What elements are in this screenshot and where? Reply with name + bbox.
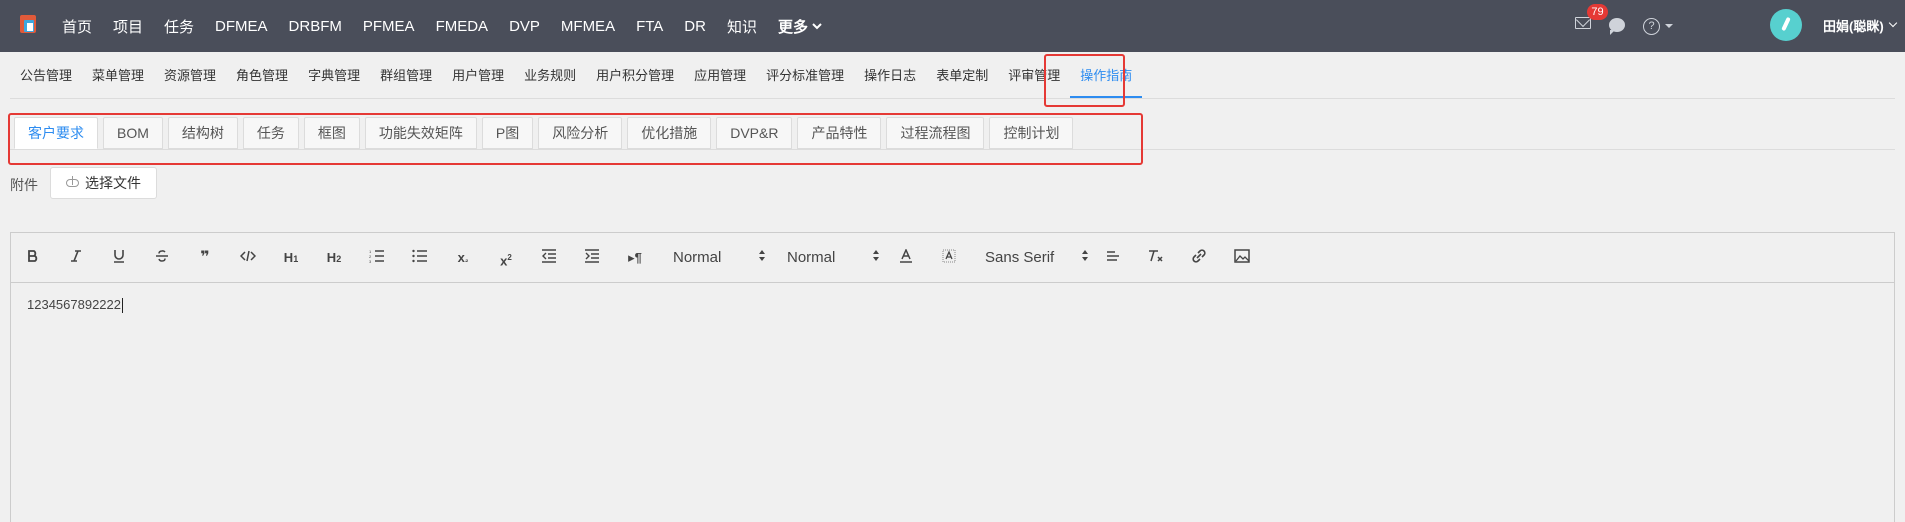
subtab-dvpr[interactable]: DVP&R: [716, 117, 793, 149]
tab-business-rules[interactable]: 业务规则: [514, 53, 586, 98]
guide-sub-tabs: 客户要求 BOM 结构树 任务 框图 功能失效矩阵 P图 风险分析 优化措施 D…: [14, 117, 1074, 150]
mail-badge: 79: [1587, 4, 1608, 20]
help-caret-icon[interactable]: [1665, 24, 1673, 28]
sub-tabs-divider: [10, 149, 1895, 150]
tab-role[interactable]: 角色管理: [226, 53, 298, 98]
subtab-task[interactable]: 任务: [242, 117, 299, 149]
header-select[interactable]: Normal: [673, 246, 769, 270]
image-icon[interactable]: [1232, 248, 1252, 268]
background-color-icon[interactable]: [939, 248, 959, 268]
nav-item-pfmea[interactable]: PFMEA: [363, 18, 415, 35]
select-file-label: 选择文件: [85, 175, 141, 191]
subtab-p-diagram[interactable]: P图: [481, 117, 534, 149]
subtab-control-plan[interactable]: 控制计划: [989, 117, 1074, 149]
italic-icon[interactable]: [66, 248, 86, 268]
tab-operation-log[interactable]: 操作日志: [854, 53, 926, 98]
tab-announcement[interactable]: 公告管理: [10, 53, 82, 98]
tab-user[interactable]: 用户管理: [442, 53, 514, 98]
nav-item-fmeda[interactable]: FMEDA: [436, 18, 489, 35]
text-caret: [122, 298, 123, 314]
editor-text: 1234567892222: [27, 297, 121, 312]
indent-icon[interactable]: [582, 248, 602, 268]
mail-icon[interactable]: [1575, 17, 1591, 29]
nav-item-dvp[interactable]: DVP: [509, 18, 540, 35]
nav-item-fta[interactable]: FTA: [636, 18, 663, 35]
select-arrows-icon: [759, 250, 765, 264]
nav-more-label: 更多: [777, 18, 808, 36]
tab-resource[interactable]: 资源管理: [154, 53, 226, 98]
size-select-value: Normal: [787, 249, 836, 266]
bold-icon[interactable]: [23, 248, 43, 268]
clear-format-icon[interactable]: [1146, 248, 1166, 268]
tab-form-custom[interactable]: 表单定制: [926, 53, 998, 98]
tab-dictionary[interactable]: 字典管理: [298, 53, 370, 98]
font-select[interactable]: Sans Serif: [985, 246, 1090, 270]
help-icon[interactable]: ?: [1643, 18, 1660, 35]
heading2-icon[interactable]: H2: [324, 248, 344, 268]
nav-item-knowledge[interactable]: 知识: [727, 16, 757, 37]
editor-content[interactable]: 1234567892222: [27, 297, 123, 314]
chat-icon[interactable]: [1609, 18, 1625, 35]
blockquote-icon[interactable]: ❞: [195, 248, 215, 268]
outdent-icon[interactable]: [539, 248, 559, 268]
strikethrough-icon[interactable]: [152, 248, 172, 268]
nav-item-dr[interactable]: DR: [684, 18, 706, 35]
code-block-icon[interactable]: [238, 248, 258, 268]
bullet-list-icon[interactable]: [410, 248, 430, 268]
app-logo[interactable]: [20, 15, 40, 37]
nav-item-projects[interactable]: 项目: [113, 16, 143, 37]
ordered-list-icon[interactable]: 123: [367, 248, 387, 268]
select-arrows-icon: [1082, 250, 1088, 264]
subtab-block-diagram[interactable]: 框图: [303, 117, 360, 149]
align-icon[interactable]: [1103, 248, 1123, 268]
admin-menu-tabs: 公告管理 菜单管理 资源管理 角色管理 字典管理 群组管理 用户管理 业务规则 …: [10, 52, 1895, 99]
font-select-value: Sans Serif: [985, 249, 1055, 266]
select-file-button[interactable]: 选择文件: [50, 167, 157, 199]
nav-item-drbfm[interactable]: DRBFM: [289, 18, 342, 35]
header-select-value: Normal: [673, 249, 722, 266]
attachment-label: 附件: [10, 177, 38, 193]
subtab-optimization[interactable]: 优化措施: [627, 117, 712, 149]
tab-operation-guide[interactable]: 操作指南: [1070, 53, 1143, 98]
nav-item-dfmea[interactable]: DFMEA: [215, 18, 268, 35]
tab-group[interactable]: 群组管理: [370, 53, 442, 98]
nav-item-home[interactable]: 首页: [62, 16, 92, 37]
underline-icon[interactable]: [109, 248, 129, 268]
select-arrows-icon: [873, 250, 879, 264]
nav-item-mfmea[interactable]: MFMEA: [561, 18, 615, 35]
rich-text-editor: ❞ H1 H2 123 x₂ x2 ▸¶ Normal Normal Sans …: [10, 232, 1895, 522]
subscript-icon[interactable]: x₂: [453, 248, 473, 268]
size-select[interactable]: Normal: [787, 246, 883, 270]
link-icon[interactable]: [1189, 248, 1209, 268]
subtab-risk-analysis[interactable]: 风险分析: [538, 117, 623, 149]
superscript-icon[interactable]: x2: [496, 248, 516, 268]
subtab-bom[interactable]: BOM: [103, 117, 163, 149]
heading1-icon[interactable]: H1: [281, 248, 301, 268]
nav-item-tasks[interactable]: 任务: [164, 16, 194, 37]
subtab-customer-requirements[interactable]: 客户要求: [14, 117, 98, 149]
tab-menu[interactable]: 菜单管理: [82, 53, 154, 98]
subtab-process-flow[interactable]: 过程流程图: [886, 117, 985, 149]
text-direction-icon[interactable]: ▸¶: [625, 248, 645, 268]
tab-user-points[interactable]: 用户积分管理: [586, 53, 684, 98]
tab-application[interactable]: 应用管理: [684, 53, 756, 98]
subtab-function-failure-matrix[interactable]: 功能失效矩阵: [364, 117, 477, 149]
subtab-product-characteristics[interactable]: 产品特性: [797, 117, 882, 149]
chevron-down-icon: [812, 23, 822, 30]
font-color-icon[interactable]: [896, 248, 916, 268]
username[interactable]: 田娟(聪眯): [1823, 16, 1884, 35]
svg-text:3: 3: [369, 259, 372, 263]
nav-more-menu[interactable]: 更多: [778, 16, 822, 37]
subtab-structure-tree[interactable]: 结构树: [167, 117, 238, 149]
editor-toolbar: ❞ H1 H2 123 x₂ x2 ▸¶ Normal Normal Sans …: [11, 233, 1894, 283]
tab-scoring-standard[interactable]: 评分标准管理: [756, 53, 854, 98]
tab-review[interactable]: 评审管理: [998, 53, 1070, 98]
cloud-upload-icon: [66, 176, 79, 187]
avatar[interactable]: [1770, 9, 1802, 41]
